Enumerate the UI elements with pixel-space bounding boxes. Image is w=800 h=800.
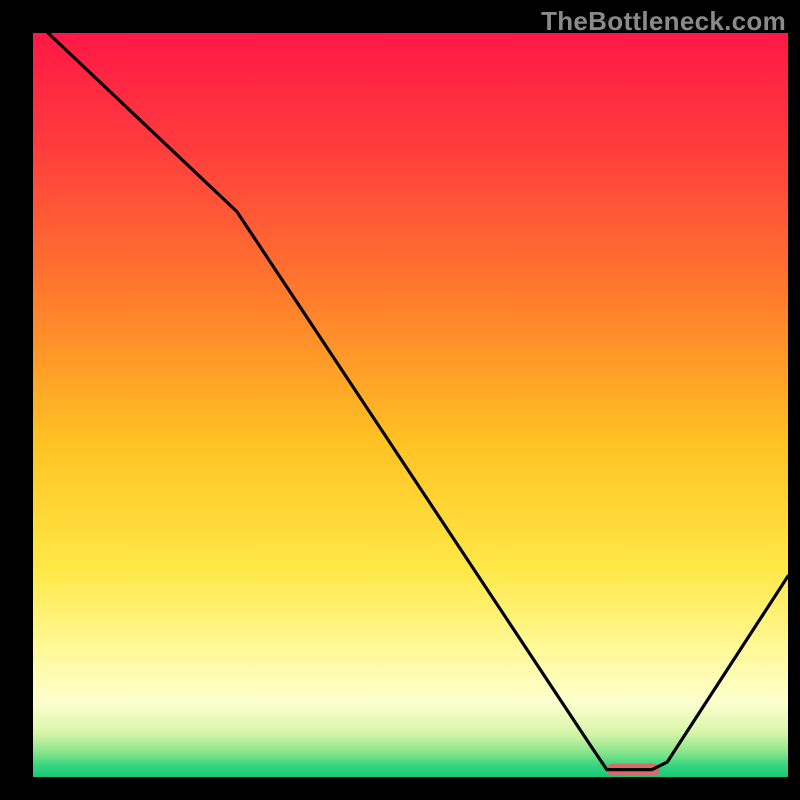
plot-area	[33, 33, 788, 777]
chart-svg	[33, 33, 788, 777]
chart-frame: TheBottleneck.com	[0, 0, 800, 800]
gradient-background	[33, 33, 788, 777]
